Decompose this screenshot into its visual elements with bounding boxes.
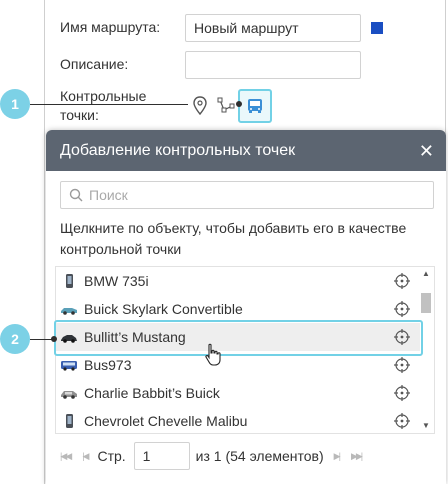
add-checkpoint-icon[interactable] [394,357,410,373]
list-item[interactable]: Charlie Babbit’s Buick [56,379,420,407]
geofence-pin-icon [193,96,207,116]
next-page-icon[interactable]: ▶| [334,451,341,462]
units-list: BMW 735i Buick Skylark Convertible Bulli… [55,266,435,434]
first-page-icon[interactable]: |◀◀ [60,451,72,462]
convertible-car-icon [61,308,77,315]
dialog-title: Добавление контрольных точек [60,141,296,159]
unit-name: Buick Skylark Convertible [84,301,243,317]
callout-dot-1 [236,101,242,107]
geofence-pin-button[interactable] [187,89,213,123]
sports-car-icon [61,335,77,343]
list-item[interactable]: Buick Skylark Convertible [56,295,420,323]
callout-badge-1: 1 [0,89,30,119]
pagination: |◀◀ |◀ Стр. из 1 (54 элементов) ▶| ▶▶| [60,442,363,470]
list-item[interactable]: BMW 735i [56,267,420,295]
dialog-hint: Щелкните по объекту, чтобы добавить его … [60,220,407,257]
add-checkpoint-icon[interactable] [394,301,410,317]
route-name-label: Имя маршрута: [60,19,161,35]
add-checkpoints-dialog: Добавление контрольных точек ✕ Щелкните … [46,130,446,484]
list-item[interactable]: Chevrolet Chevelle Malibu [56,407,420,433]
add-checkpoint-icon[interactable] [394,413,410,429]
list-scrollbar[interactable]: ▲ ▼ [420,269,432,431]
classic-car-icon [61,391,77,399]
page-number-input[interactable] [133,442,190,470]
route-nodes-button[interactable] [213,89,239,123]
phone-icon [66,274,73,288]
callout-line-1 [30,104,188,105]
checkpoint-source-buttons [185,89,273,123]
add-checkpoint-icon[interactable] [394,273,410,289]
page-total: из 1 (54 элементов) [195,448,324,464]
unit-name: Charlie Babbit’s Buick [84,385,220,401]
route-nodes-icon [217,97,235,113]
description-input[interactable] [185,51,361,79]
unit-name: Bullitt’s Mustang [84,329,186,345]
unit-name: Chevrolet Chevelle Malibu [84,413,248,429]
scroll-up-icon[interactable]: ▲ [420,269,432,279]
route-name-input[interactable] [185,14,361,42]
search-input[interactable] [89,187,409,203]
vehicle-bus-icon [248,99,262,113]
search-icon [69,188,83,202]
phone-icon [66,414,73,428]
list-item[interactable]: Bus973 [56,351,420,379]
units-button[interactable] [238,89,272,123]
add-checkpoint-icon[interactable] [394,329,410,345]
unit-name: BMW 735i [84,273,149,289]
scroll-down-icon[interactable]: ▼ [420,421,432,431]
callout-dot-2 [51,336,57,342]
bus-icon [61,361,77,371]
scroll-thumb[interactable] [421,293,431,313]
search-box [60,181,434,209]
unit-name: Bus973 [84,357,132,373]
page-label: Стр. [97,448,126,464]
last-page-icon[interactable]: ▶▶| [351,451,363,462]
close-icon[interactable]: ✕ [419,142,434,160]
route-color-swatch[interactable] [371,22,383,34]
description-label: Описание: [60,56,129,72]
dialog-header: Добавление контрольных точек ✕ [46,130,446,171]
add-checkpoint-icon[interactable] [394,385,410,401]
prev-page-icon[interactable]: |◀ [82,451,89,462]
checkpoints-label-line2: точки: [60,107,99,123]
list-item[interactable]: Bullitt’s Mustang [56,323,420,351]
callout-badge-2: 2 [0,324,30,354]
